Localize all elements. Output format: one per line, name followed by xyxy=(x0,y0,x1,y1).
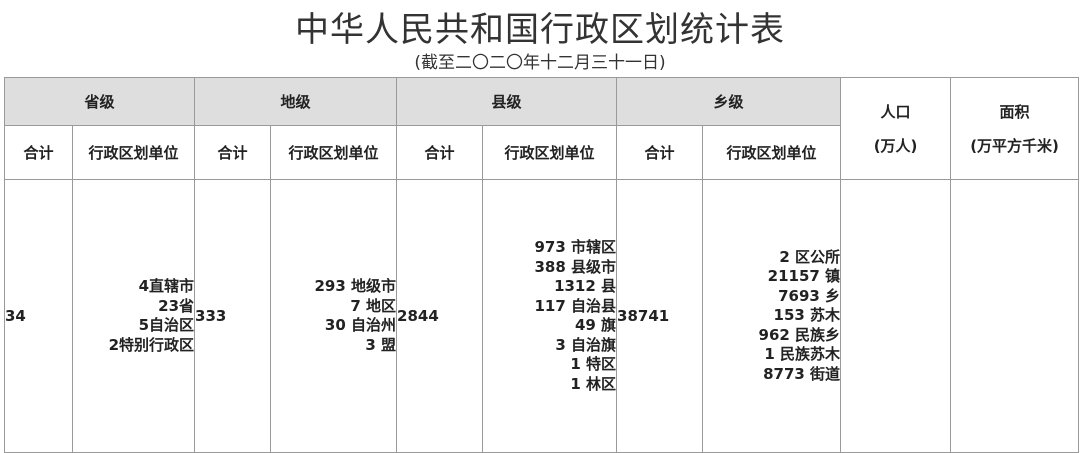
header-county: 县级 xyxy=(396,77,618,126)
header-prefecture-units: 行政区划单位 xyxy=(270,125,398,180)
header-population-label: 人口 xyxy=(880,102,911,121)
prefecture-total: 333 xyxy=(194,179,272,453)
prefecture-unit-item: 7 地区 xyxy=(350,296,397,315)
township-unit-item: 1 民族苏木 xyxy=(764,345,841,364)
county-unit-item: 1 林区 xyxy=(570,374,617,393)
township-unit-item: 153 苏木 xyxy=(773,306,841,325)
population-value xyxy=(840,179,952,453)
header-township-units: 行政区划单位 xyxy=(702,125,842,180)
header-county-units: 行政区划单位 xyxy=(482,125,618,180)
county-unit-item: 117 自治县 xyxy=(534,296,617,315)
page-subtitle: (截至二〇二〇年十二月三十一日) xyxy=(414,53,666,73)
province-unit-item: 5自治区 xyxy=(138,316,195,334)
county-unit-item: 3 自治旗 xyxy=(555,335,617,354)
header-county-total: 合计 xyxy=(396,125,484,180)
county-unit-item: 49 旗 xyxy=(574,316,617,334)
header-prefecture: 地级 xyxy=(194,77,398,126)
prefecture-unit-item: 293 地级市 xyxy=(314,277,397,295)
header-population: 人口 (万人) xyxy=(840,77,952,180)
header-area-unit: (万平方千米) xyxy=(970,136,1059,155)
county-unit-item: 388 县级市 xyxy=(534,257,617,276)
header-population-unit: (万人) xyxy=(873,136,918,155)
page-title: 中华人民共和国行政区划统计表 xyxy=(295,10,785,50)
county-unit-item: 1 特区 xyxy=(570,355,617,373)
header-area-label: 面积 xyxy=(999,102,1030,121)
county-unit-item: 973 市辖区 xyxy=(534,238,617,256)
header-row-groups: 省级 地级 县级 乡级 人口 (万人) 面积 (万平方千米) xyxy=(3,77,1080,180)
township-unit-item: 2 区公所 xyxy=(779,247,841,266)
prefecture-unit-item: 30 自治州 xyxy=(324,316,397,334)
area-value xyxy=(950,179,1080,453)
township-unit-item: 8773 街道 xyxy=(763,364,841,383)
county-units: 973 市辖区 388 县级市 1312 县 117 自治县 49 旗 3 自治… xyxy=(482,179,618,453)
province-unit-item: 4直辖市 xyxy=(138,277,195,295)
header-area: 面积 (万平方千米) xyxy=(950,77,1080,180)
header-prefecture-total: 合计 xyxy=(194,125,272,180)
prefecture-unit-item: 3 盟 xyxy=(365,335,397,354)
province-unit-item: 2特别行政区 xyxy=(108,335,195,354)
county-total: 2844 xyxy=(396,179,484,453)
header-township-total: 合计 xyxy=(616,125,704,180)
county-unit-item: 1312 县 xyxy=(554,277,617,295)
township-unit-item: 21157 镇 xyxy=(767,267,841,286)
township-units: 2 区公所 21157 镇 7693 乡 153 苏木 962 民族乡 1 民族… xyxy=(702,179,842,453)
header-township: 乡级 xyxy=(616,77,842,126)
township-total: 38741 xyxy=(616,179,704,453)
township-unit-item: 962 民族乡 xyxy=(758,325,841,344)
township-unit-item: 7693 乡 xyxy=(778,286,841,305)
province-units: 4直辖市 23省 5自治区 2特别行政区 xyxy=(71,179,196,453)
prefecture-units: 293 地级市 7 地区 30 自治州 3 盟 xyxy=(270,179,398,453)
division-stats-table: 省级 地级 县级 乡级 人口 (万人) 面积 (万平方千米) 合计 行政区划单位… xyxy=(3,77,1080,453)
data-row: 34 4直辖市 23省 5自治区 2特别行政区 333 293 地级市 7 地区… xyxy=(4,179,1080,453)
province-total: 34 xyxy=(4,179,73,453)
header-province: 省级 xyxy=(3,77,196,126)
province-unit-item: 23省 xyxy=(158,296,195,315)
header-province-units: 行政区划单位 xyxy=(71,125,196,180)
header-province-total: 合计 xyxy=(4,125,73,180)
